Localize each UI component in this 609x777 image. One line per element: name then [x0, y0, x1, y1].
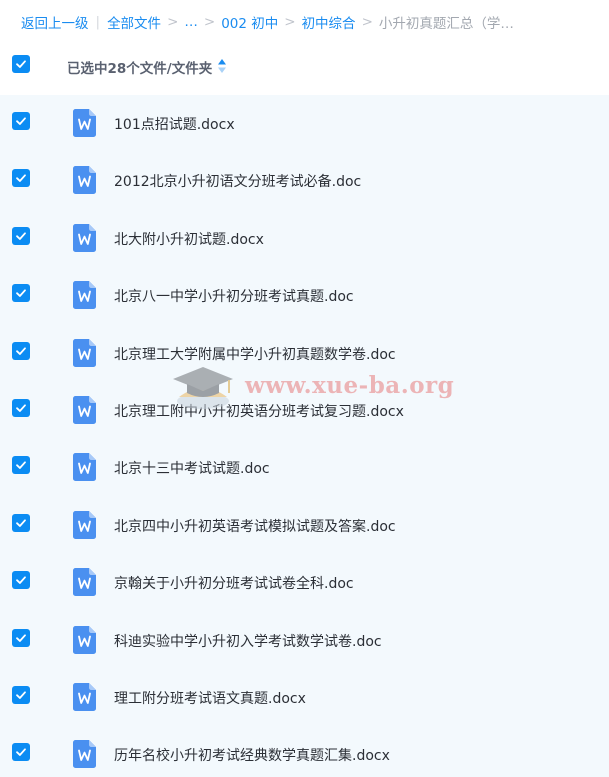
- file-row[interactable]: 北京十三中考试试题.doc: [0, 439, 609, 496]
- file-checkbox[interactable]: [12, 341, 30, 360]
- breadcrumb-separator-icon: >: [361, 14, 373, 30]
- checkmark-icon: [16, 748, 26, 757]
- sort-icon[interactable]: [217, 58, 227, 74]
- breadcrumb-comprehensive[interactable]: 初中综合: [302, 12, 356, 32]
- file-name: 北大附小升初试题.docx: [114, 231, 264, 248]
- file-name: 京翰关于小升初分班考试试卷全科.doc: [114, 576, 354, 593]
- file-checkbox[interactable]: [12, 685, 30, 704]
- checkmark-icon: [16, 174, 26, 183]
- file-row[interactable]: 北京理工附中小升初英语分班考试复习题.docx: [0, 382, 609, 439]
- word-doc-icon: [73, 395, 96, 424]
- breadcrumb-divider: |: [95, 14, 101, 30]
- checkmark-icon: [16, 691, 26, 699]
- file-row[interactable]: 101点招试题.docx: [0, 95, 609, 152]
- file-name: 历年名校小升初考试经典数学真题汇集.docx: [114, 748, 390, 765]
- file-name: 科迪实验中学小升初入学考试数学试卷.doc: [114, 633, 382, 650]
- breadcrumb-separator-icon: >: [203, 14, 216, 30]
- breadcrumb-separator-icon: >: [167, 14, 179, 30]
- word-doc-icon: [73, 338, 96, 367]
- checkmark-icon: [16, 461, 26, 470]
- file-name: 101点招试题.docx: [114, 117, 235, 133]
- file-row[interactable]: 理工附分班考试语文真题.docx: [0, 669, 609, 726]
- checkmark-icon: [16, 232, 26, 240]
- word-doc-icon: [73, 453, 96, 482]
- file-name: 北京八一中学小升初分班考试真题.doc: [114, 289, 354, 306]
- word-doc-icon: [73, 166, 96, 195]
- file-row[interactable]: 北京理工大学附属中学小升初真题数学卷.doc: [0, 325, 609, 382]
- list-header: 已选中28个文件/文件夹: [0, 44, 609, 88]
- file-row[interactable]: 京翰关于小升初分班考试试卷全科.doc: [0, 554, 609, 611]
- checkmark-icon: [16, 404, 26, 412]
- word-doc-icon: [73, 740, 96, 769]
- checkmark-icon: [16, 519, 26, 527]
- select-all-checkbox[interactable]: [12, 55, 30, 73]
- breadcrumb: 返回上一级 | 全部文件 > … > 002 初中 > 初中综合 > 小升初真题…: [0, 0, 609, 44]
- file-row[interactable]: 北大附小升初试题.docx: [0, 210, 609, 267]
- word-doc-icon: [73, 568, 96, 597]
- file-browser: 返回上一级 | 全部文件 > … > 002 初中 > 初中综合 > 小升初真题…: [0, 0, 609, 777]
- file-checkbox[interactable]: [12, 571, 30, 590]
- word-doc-icon: [73, 682, 96, 711]
- file-row[interactable]: 2012北京小升初语文分班考试必备.doc: [0, 152, 609, 209]
- file-row[interactable]: 历年名校小升初考试经典数学真题汇集.docx: [0, 726, 609, 777]
- breadcrumb-separator-icon: >: [284, 14, 296, 30]
- word-doc-icon: [73, 510, 96, 539]
- file-row[interactable]: 科迪实验中学小升初入学考试数学试卷.doc: [0, 612, 609, 669]
- word-doc-icon: [73, 223, 96, 252]
- file-name: 2012北京小升初语文分班考试必备.doc: [114, 174, 362, 191]
- file-name: 北京四中小升初英语考试模拟试题及答案.doc: [114, 518, 396, 535]
- file-name: 北京理工附中小升初英语分班考试复习题.docx: [114, 403, 404, 420]
- file-checkbox[interactable]: [12, 456, 30, 475]
- file-checkbox[interactable]: [12, 398, 30, 417]
- file-name: 北京理工大学附属中学小升初真题数学卷.doc: [114, 346, 396, 363]
- file-name: 北京十三中考试试题.doc: [114, 461, 270, 478]
- file-checkbox[interactable]: [12, 112, 30, 130]
- breadcrumb-ellipsis[interactable]: …: [184, 14, 198, 30]
- back-link[interactable]: 返回上一级: [21, 12, 89, 32]
- checkmark-icon: [16, 60, 26, 68]
- checkmark-icon: [16, 576, 26, 585]
- selected-count-label: 已选中28个文件/文件夹: [67, 61, 213, 77]
- checkmark-icon: [16, 346, 26, 355]
- checkmark-icon: [16, 117, 26, 125]
- file-list: 101点招试题.docx 2012北京小升初语文分班考试必备.doc 北大附小升…: [0, 95, 609, 777]
- checkmark-icon: [16, 289, 26, 298]
- file-row[interactable]: 北京四中小升初英语考试模拟试题及答案.doc: [0, 497, 609, 554]
- file-checkbox[interactable]: [12, 513, 30, 532]
- breadcrumb-current: 小升初真题汇总（学…: [378, 16, 514, 32]
- breadcrumb-junior-high[interactable]: 002 初中: [221, 12, 278, 32]
- breadcrumb-all-files[interactable]: 全部文件: [107, 12, 161, 32]
- word-doc-icon: [73, 109, 96, 137]
- file-checkbox[interactable]: [12, 284, 30, 303]
- file-checkbox[interactable]: [12, 628, 30, 647]
- word-doc-icon: [73, 281, 96, 310]
- checkmark-icon: [16, 633, 26, 642]
- word-doc-icon: [73, 625, 96, 654]
- file-name: 理工附分班考试语文真题.docx: [114, 690, 306, 707]
- file-checkbox[interactable]: [12, 169, 30, 188]
- file-checkbox[interactable]: [12, 743, 30, 762]
- file-row[interactable]: 北京八一中学小升初分班考试真题.doc: [0, 267, 609, 324]
- file-checkbox[interactable]: [12, 226, 30, 245]
